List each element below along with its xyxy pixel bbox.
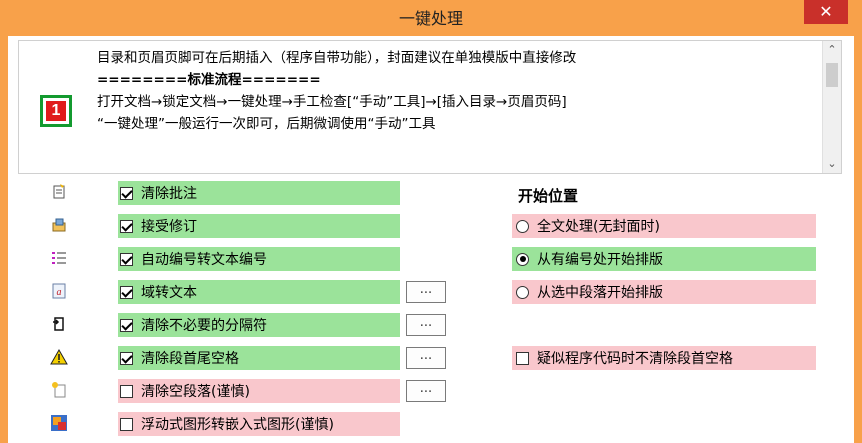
dialog-window: 一键处理 ✕ 1 目录和页眉页脚可在后期插入（程序自带功能），封面建议在单独模版… <box>0 0 862 443</box>
start-position-title: 开始位置 <box>518 187 579 205</box>
option-remove-separators[interactable]: 清除不必要的分隔符 <box>118 313 400 337</box>
from-numbered-radio[interactable] <box>516 252 529 266</box>
remove-separators-checkbox[interactable] <box>120 318 133 332</box>
trim-spaces-checkbox[interactable] <box>120 351 133 365</box>
keep-code-indent-checkbox[interactable] <box>516 351 529 365</box>
option-remove-empty-paragraphs[interactable]: 清除空段落(谨慎) <box>118 379 400 403</box>
option-label: 清除批注 <box>141 186 197 202</box>
option-label: 域转文本 <box>141 285 197 301</box>
field-icon: a <box>50 282 68 300</box>
remove-empty-paragraphs-more-button[interactable]: ... <box>406 380 446 402</box>
radio-from-selection[interactable]: 从选中段落开始排版 <box>512 280 816 304</box>
accept-revisions-checkbox[interactable] <box>120 219 133 233</box>
from-selection-radio[interactable] <box>516 285 529 299</box>
comment-icon <box>50 183 68 201</box>
warning-icon <box>50 348 68 366</box>
floating-shape-icon <box>50 414 68 432</box>
option-label: 清除空段落(谨慎) <box>141 384 250 400</box>
option-accept-revisions[interactable]: 接受修订 <box>118 214 400 238</box>
full-document-radio[interactable] <box>516 219 529 233</box>
radio-from-numbered[interactable]: 从有编号处开始排版 <box>512 247 816 271</box>
title-bar[interactable]: 一键处理 ✕ <box>0 0 862 36</box>
field-to-text-more-button[interactable]: ... <box>406 281 446 303</box>
auto-numbering-checkbox[interactable] <box>120 252 133 266</box>
radio-label: 从选中段落开始排版 <box>537 285 663 301</box>
instructions-text: 目录和页眉页脚可在后期插入（程序自带功能），封面建议在单独模版中直接修改 ===… <box>97 47 817 135</box>
option-label: 清除段首尾空格 <box>141 351 239 367</box>
step-one-logo-label: 1 <box>46 101 66 121</box>
instructions-scrollbar[interactable]: ⌃ ⌄ <box>822 41 841 173</box>
accept-revision-icon <box>50 216 68 234</box>
option-label: 清除不必要的分隔符 <box>141 318 267 334</box>
instruction-line: ========标准流程======= <box>97 72 321 88</box>
window-title: 一键处理 <box>398 9 463 28</box>
radio-full-document[interactable]: 全文处理(无封面时) <box>512 214 816 238</box>
option-label: 接受修订 <box>141 219 197 235</box>
instruction-line: 打开文档→锁定文档→一键处理→手工检查[“手动”工具]→[插入目录→页眉页码] <box>97 94 567 110</box>
svg-text:a: a <box>57 287 62 298</box>
option-trim-paragraph-spaces[interactable]: 清除段首尾空格 <box>118 346 400 370</box>
remove-empty-paragraphs-checkbox[interactable] <box>120 384 133 398</box>
numbered-list-icon <box>50 249 68 267</box>
option-label: 浮动式图形转嵌入式图形(谨慎) <box>141 417 334 433</box>
dialog-body: 1 目录和页眉页脚可在后期插入（程序自带功能），封面建议在单独模版中直接修改 =… <box>8 36 854 443</box>
empty-paragraph-icon <box>50 381 68 399</box>
trim-spaces-more-button[interactable]: ... <box>406 347 446 369</box>
option-clear-comments[interactable]: 清除批注 <box>118 181 400 205</box>
close-button[interactable]: ✕ <box>804 0 848 24</box>
separator-icon <box>50 315 68 333</box>
clear-comments-checkbox[interactable] <box>120 186 133 200</box>
field-to-text-checkbox[interactable] <box>120 285 133 299</box>
instructions-box: 1 目录和页眉页脚可在后期插入（程序自带功能），封面建议在单独模版中直接修改 =… <box>18 40 842 174</box>
instruction-line: 目录和页眉页脚可在后期插入（程序自带功能），封面建议在单独模版中直接修改 <box>97 50 577 66</box>
option-auto-numbering-to-text[interactable]: 自动编号转文本编号 <box>118 247 400 271</box>
option-floating-to-inline-shapes[interactable]: 浮动式图形转嵌入式图形(谨慎) <box>118 412 400 436</box>
remove-separators-more-button[interactable]: ... <box>406 314 446 336</box>
floating-to-inline-checkbox[interactable] <box>120 417 133 431</box>
radio-label: 从有编号处开始排版 <box>537 252 663 268</box>
step-one-logo-icon: 1 <box>40 95 72 127</box>
scroll-down-icon[interactable]: ⌄ <box>823 155 841 173</box>
scroll-thumb[interactable] <box>826 63 838 87</box>
instruction-line: “一键处理”一般运行一次即可，后期微调使用“手动”工具 <box>97 116 436 132</box>
option-field-to-text[interactable]: 域转文本 <box>118 280 400 304</box>
option-label: 疑似程序代码时不清除段首空格 <box>537 351 733 367</box>
option-keep-code-indent[interactable]: 疑似程序代码时不清除段首空格 <box>512 346 816 370</box>
scroll-up-icon[interactable]: ⌃ <box>823 41 841 59</box>
radio-label: 全文处理(无封面时) <box>537 219 660 235</box>
option-label: 自动编号转文本编号 <box>141 252 267 268</box>
